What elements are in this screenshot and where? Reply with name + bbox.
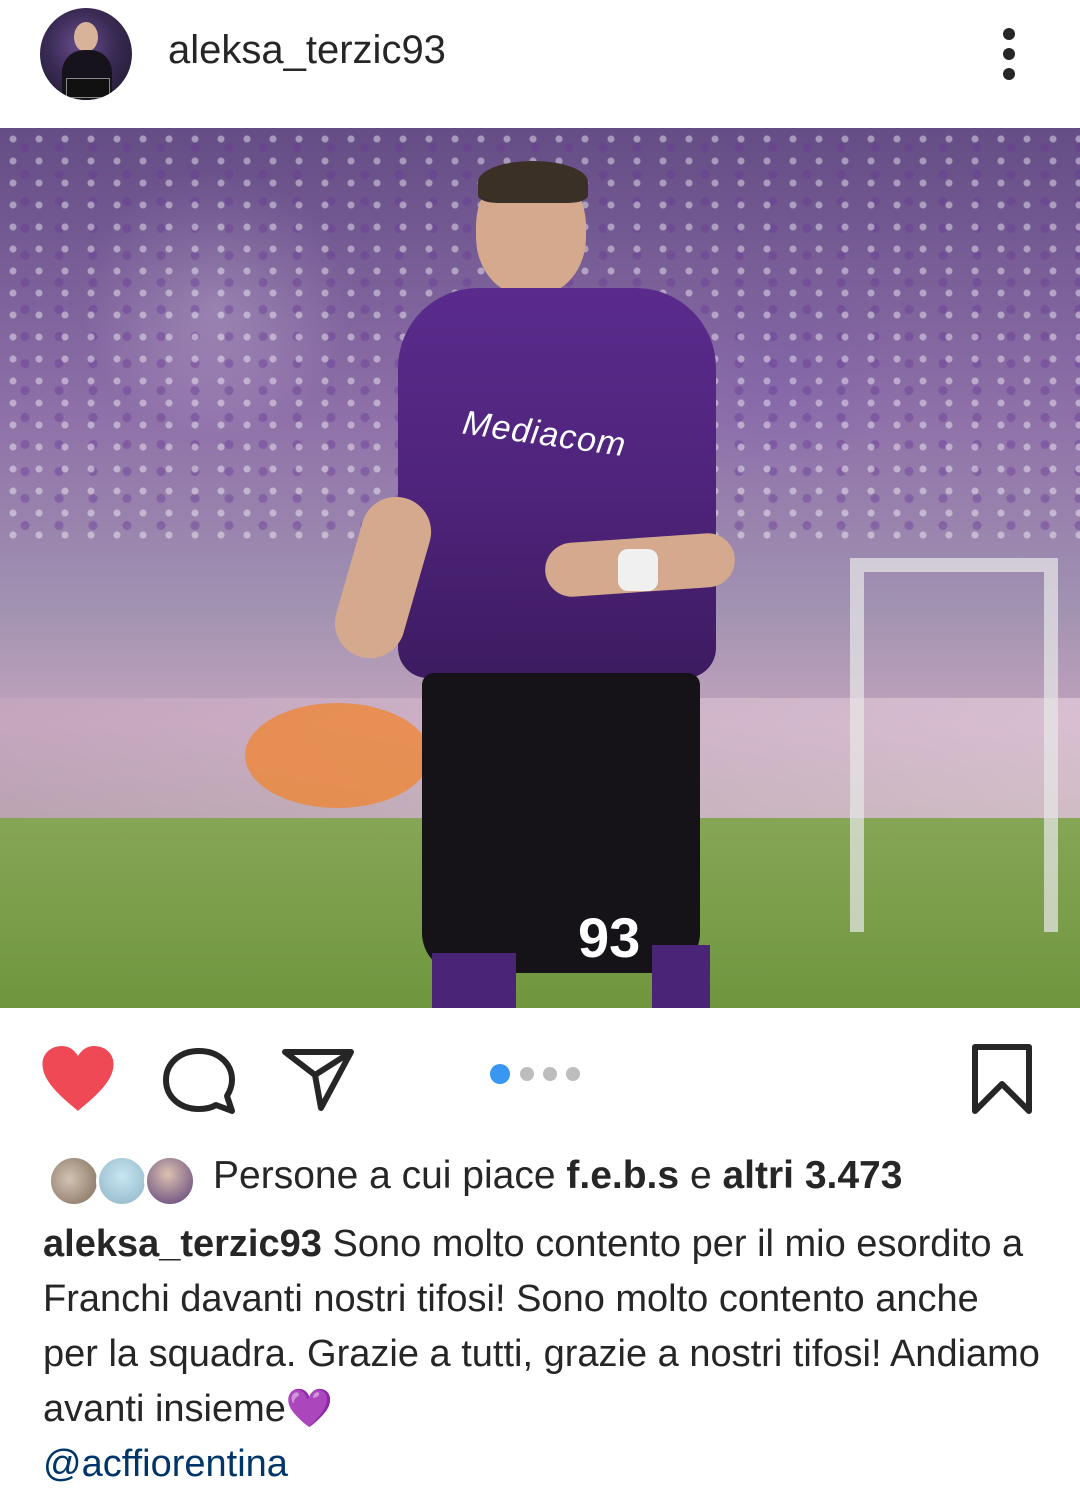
player-hair [478, 161, 588, 203]
carousel-indicator [490, 1064, 600, 1087]
comment-icon[interactable] [158, 1045, 240, 1117]
likes-summary[interactable]: Persone a cui piace f.e.b.s e altri 3.47… [213, 1154, 902, 1198]
liker-username[interactable]: f.e.b.s [566, 1154, 679, 1197]
goal-frame [850, 558, 1058, 932]
player-left-sock [432, 953, 516, 1008]
player-figure: Mediacom 93 [326, 161, 770, 1008]
player-wrist-tape [618, 549, 658, 591]
carousel-dot [520, 1067, 534, 1081]
avatar-name-plate [66, 78, 110, 98]
profile-username[interactable]: aleksa_terzic93 [168, 28, 446, 73]
likes-connector: e [689, 1154, 712, 1197]
player-shorts [422, 673, 700, 973]
caption-username[interactable]: aleksa_terzic93 [43, 1223, 322, 1265]
liker-avatars[interactable] [48, 1155, 198, 1211]
liker-avatar [96, 1155, 148, 1207]
post-caption: aleksa_terzic93 Sono molto contento per … [43, 1217, 1043, 1492]
player-jersey [398, 288, 716, 678]
liker-avatar [48, 1155, 100, 1207]
carousel-dot [566, 1067, 580, 1081]
player-right-sock [652, 945, 710, 1008]
likes-count[interactable]: altri 3.473 [722, 1154, 902, 1197]
likes-prefix: Persone a cui piace [213, 1154, 556, 1197]
share-icon[interactable] [280, 1044, 356, 1112]
post-header: aleksa_terzic93 [0, 0, 1080, 128]
liker-avatar [144, 1155, 196, 1207]
carousel-dot [543, 1067, 557, 1081]
more-icon[interactable] [994, 24, 1024, 84]
bookmark-icon[interactable] [970, 1043, 1034, 1115]
heart-icon[interactable] [41, 1045, 115, 1113]
profile-avatar[interactable] [40, 8, 132, 100]
carousel-dot-active [490, 1064, 510, 1084]
shorts-number: 93 [578, 906, 641, 969]
avatar-face [74, 22, 98, 52]
caption-mention[interactable]: @acffiorentina [43, 1443, 288, 1485]
post-photo[interactable]: Mediacom 93 [0, 128, 1080, 1008]
